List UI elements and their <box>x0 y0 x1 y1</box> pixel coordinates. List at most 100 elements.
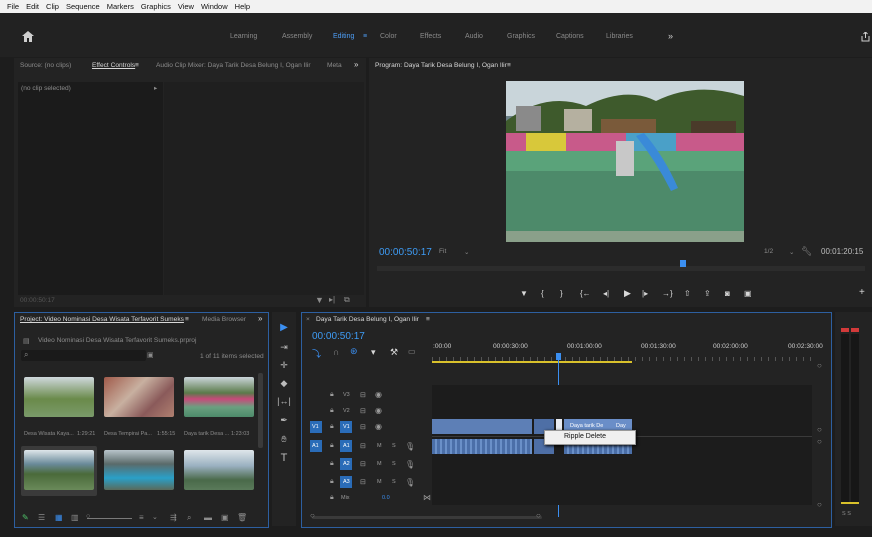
a1-mute-button[interactable]: M <box>377 443 382 449</box>
vertical-zoom-handle-mid2[interactable]: ○ <box>817 437 822 446</box>
add-marker-timeline-icon[interactable]: ▾ <box>371 347 376 358</box>
icon-view-icon[interactable]: ▦ <box>55 513 63 522</box>
project-item-thumbnail[interactable] <box>24 450 94 490</box>
tab-metadata[interactable]: Meta <box>327 62 342 69</box>
workspace-libraries[interactable]: Libraries <box>606 33 633 40</box>
tab-audio-clip-mixer[interactable]: Audio Clip Mixer: Daya Tarik Desa Belung… <box>156 62 311 69</box>
menu-clip[interactable]: Clip <box>46 2 59 11</box>
export-frame-icon[interactable]: ⧉ <box>344 295 350 305</box>
sort-icon[interactable]: ≡ <box>139 513 144 522</box>
v2-eye-icon[interactable]: ◉ <box>375 406 382 415</box>
horizontal-zoom-handle-right[interactable]: ○ <box>536 511 541 520</box>
fit-dropdown[interactable]: Fit <box>439 248 446 255</box>
resolution-chevron-down-icon[interactable]: ⌄ <box>789 248 795 256</box>
pen-tool-icon[interactable]: ✒ <box>277 415 291 426</box>
zoom-slider-handle[interactable]: ○ <box>86 513 90 520</box>
project-scrollbar[interactable] <box>258 373 263 448</box>
mix-go-to-icon[interactable]: ⋈ <box>423 493 431 502</box>
project-item-thumbnail[interactable] <box>104 377 174 417</box>
project-item-thumbnail[interactable] <box>24 377 94 417</box>
horizontal-zoom-handle-left[interactable]: ○ <box>310 511 315 520</box>
menu-markers[interactable]: Markers <box>107 2 134 11</box>
a1-solo-button[interactable]: S <box>392 443 396 449</box>
menu-view[interactable]: View <box>178 2 194 11</box>
snap-icon[interactable]: ∩ <box>333 347 339 357</box>
project-more-icon[interactable]: » <box>258 314 262 323</box>
workspace-more-icon[interactable]: » <box>668 31 673 41</box>
menu-graphics[interactable]: Graphics <box>141 2 171 11</box>
fit-chevron-down-icon[interactable]: ⌄ <box>464 248 470 256</box>
step-back-icon[interactable]: ◂| <box>603 289 609 298</box>
a1-mic-icon[interactable]: 🎙︎ <box>405 442 415 451</box>
ripple-delete-menu-item[interactable]: Ripple Delete <box>564 433 606 440</box>
program-scrub-bar[interactable] <box>377 266 865 271</box>
a3-sync-icon[interactable]: ⊟ <box>360 478 366 486</box>
v3-lock-icon[interactable]: 🔒︎ <box>330 391 334 399</box>
home-icon[interactable] <box>22 31 34 42</box>
workspace-audio[interactable]: Audio <box>465 33 483 40</box>
resolution-dropdown[interactable]: 1/2 <box>764 248 773 255</box>
a2-lock-icon[interactable]: 🔒︎ <box>330 460 334 468</box>
play-only-icon[interactable]: ▸| <box>329 295 335 304</box>
a2-solo-button[interactable]: S <box>392 461 396 467</box>
go-to-in-icon[interactable]: {← <box>580 289 591 298</box>
step-forward-icon[interactable]: |▸ <box>642 289 648 298</box>
workspace-editing-menu-icon[interactable]: ≡ <box>363 33 367 40</box>
share-icon[interactable] <box>861 32 870 42</box>
program-playhead[interactable] <box>679 260 686 267</box>
lift-icon[interactable]: ⇧ <box>684 289 691 298</box>
video-clip[interactable] <box>432 419 532 434</box>
menu-help[interactable]: Help <box>235 2 250 11</box>
project-item-thumbnail[interactable] <box>184 377 254 417</box>
new-search-bin-icon[interactable]: ▣ <box>147 351 154 359</box>
a1-lock-icon[interactable]: 🔒︎ <box>330 442 334 450</box>
a3-solo-button[interactable]: S <box>392 479 396 485</box>
add-marker-icon[interactable]: ▼ <box>520 289 528 298</box>
v3-sync-icon[interactable]: ⊟ <box>360 391 366 399</box>
tab-media-browser[interactable]: Media Browser <box>202 316 246 323</box>
a3-mic-icon[interactable]: 🎙︎ <box>405 478 415 487</box>
automate-to-sequence-icon[interactable]: ⇶ <box>170 513 177 522</box>
meter-clip-indicator-right[interactable] <box>851 328 859 332</box>
workspace-assembly[interactable]: Assembly <box>282 33 312 40</box>
filter-icon[interactable]: ▼ <box>315 295 324 305</box>
close-sequence-icon[interactable]: × <box>306 316 310 323</box>
pencil-icon[interactable]: ✎ <box>22 513 29 522</box>
work-area-bar[interactable] <box>432 361 632 363</box>
menu-file[interactable]: File <box>7 2 19 11</box>
a2-mute-button[interactable]: M <box>377 461 382 467</box>
track-select-tool-icon[interactable]: ⇥ <box>277 342 291 353</box>
play-icon[interactable]: ▶ <box>624 288 631 299</box>
razor-tool-icon[interactable]: ◆ <box>277 378 291 389</box>
mark-in-icon[interactable]: { <box>541 289 544 298</box>
workspace-editing[interactable]: Editing <box>333 33 354 40</box>
new-bin-icon[interactable]: ▬ <box>204 513 212 522</box>
program-monitor-title[interactable]: Program: Daya Tarik Desa Belung I, Ogan … <box>375 62 507 69</box>
tab-project[interactable]: Project: Video Nominasi Desa Wisata Terf… <box>20 316 184 323</box>
workspace-graphics[interactable]: Graphics <box>507 33 535 40</box>
trash-icon[interactable]: 🗑︎ <box>237 513 247 522</box>
mix-value[interactable]: 0.0 <box>382 495 390 501</box>
effect-controls-menu-icon[interactable]: ≡ <box>135 62 139 69</box>
a2-mic-icon[interactable]: 🎙︎ <box>405 460 415 469</box>
tab-source[interactable]: Source: (no clips) <box>20 62 71 69</box>
project-search-input[interactable]: ⌕ <box>21 350 146 361</box>
panel-more-icon[interactable]: » <box>354 60 358 69</box>
project-item-thumbnail[interactable] <box>104 450 174 490</box>
v3-eye-icon[interactable]: ◉ <box>375 390 382 399</box>
workspace-effects[interactable]: Effects <box>420 33 441 40</box>
camera-icon[interactable]: ◙ <box>725 289 730 298</box>
workspace-color[interactable]: Color <box>380 33 397 40</box>
comparison-view-icon[interactable]: ▣ <box>744 289 752 298</box>
type-tool-icon[interactable]: T <box>277 452 291 464</box>
v1-eye-icon[interactable]: ◉ <box>375 422 382 431</box>
program-timecode[interactable]: 00:00:50:17 <box>379 247 432 258</box>
a3-mute-button[interactable]: M <box>377 479 382 485</box>
project-menu-icon[interactable]: ≡ <box>185 316 189 323</box>
extract-icon[interactable]: ⇪ <box>704 289 711 298</box>
menu-edit[interactable]: Edit <box>26 2 39 11</box>
vertical-zoom-handle-top[interactable]: ○ <box>817 361 822 370</box>
menu-window[interactable]: Window <box>201 2 228 11</box>
zoom-slider[interactable] <box>87 518 132 519</box>
vertical-zoom-handle-bottom[interactable]: ○ <box>817 500 822 509</box>
